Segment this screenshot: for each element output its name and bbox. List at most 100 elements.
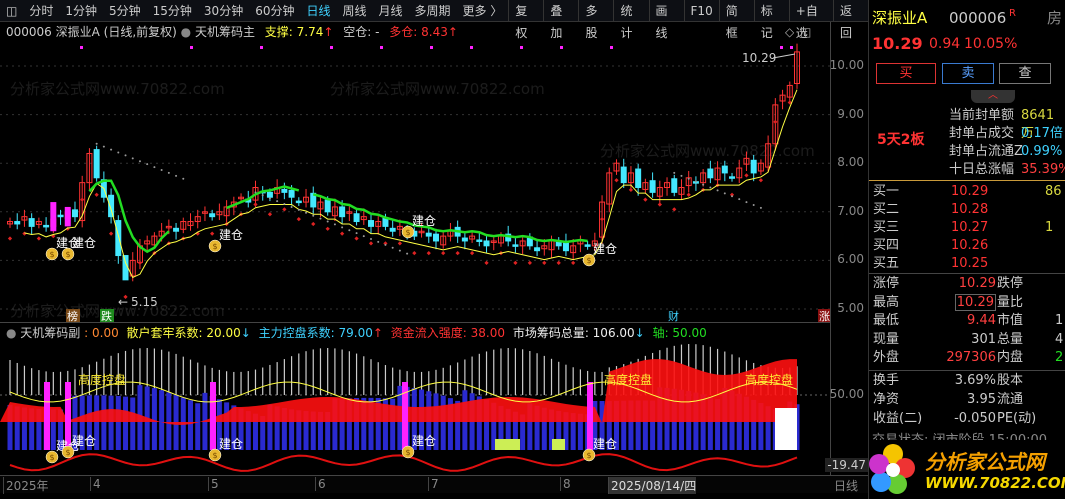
period-tab[interactable]: 更多 〉 bbox=[457, 2, 509, 19]
resistance-dot bbox=[694, 180, 697, 183]
toolbar-button[interactable]: 复权 bbox=[508, 0, 543, 40]
period-tab[interactable]: 15分钟 bbox=[147, 2, 198, 19]
bid-row[interactable]: 买四 10.26 bbox=[869, 237, 1065, 255]
toolbar-button[interactable]: 画线 bbox=[648, 0, 684, 40]
resistance-dot bbox=[398, 249, 401, 252]
support-dot bbox=[94, 192, 99, 197]
finance-label: 换手 bbox=[873, 373, 900, 388]
candle-body bbox=[620, 166, 627, 184]
period-tab[interactable]: 周线 bbox=[337, 2, 373, 19]
price-tick: 9.00 bbox=[837, 106, 864, 121]
stat-label: 现量 bbox=[873, 331, 900, 347]
logo-text: 分析家公式网 bbox=[925, 450, 1045, 474]
sidebar-toggle-icon[interactable]: ◫ bbox=[0, 4, 23, 18]
bid-volume: 86 bbox=[1045, 184, 1062, 199]
top-marker bbox=[190, 46, 193, 49]
period-tab[interactable]: 30分钟 bbox=[198, 2, 249, 19]
support-dot bbox=[455, 250, 460, 256]
period-tab[interactable]: 5分钟 bbox=[103, 2, 147, 19]
chart-info-bar: 000006 深振业A (日线,前复权) ● 天机筹码主 支撑: 7.74↑ 空… bbox=[0, 22, 830, 42]
resistance-dot bbox=[752, 203, 755, 206]
indicator-dropdown-icon[interactable]: ● bbox=[6, 326, 20, 340]
jiancang-label: 建仓 bbox=[72, 236, 96, 250]
toolbar-button[interactable]: F10 bbox=[683, 0, 719, 22]
svg-text:$: $ bbox=[586, 256, 591, 265]
stat-row: 最低 9.44 市值 1 bbox=[869, 312, 1065, 330]
period-tab[interactable]: 60分钟 bbox=[249, 2, 300, 19]
indicator-dropdown-icon[interactable]: ● bbox=[181, 25, 195, 39]
toolbar-button[interactable]: 叠加 bbox=[543, 0, 578, 40]
stat-row: 外盘 297306 内盘 2 bbox=[869, 349, 1065, 367]
period-tab[interactable]: 多周期 bbox=[409, 2, 457, 19]
toolbar-button[interactable]: 标记 bbox=[753, 0, 789, 40]
support-dot bbox=[137, 260, 143, 265]
period-tab[interactable]: 分时 bbox=[23, 2, 59, 19]
cursor-date: 2025/08/14/四 bbox=[608, 477, 697, 494]
resistance-dot bbox=[745, 201, 748, 204]
support-dot bbox=[282, 207, 287, 212]
resistance-dot bbox=[362, 235, 365, 238]
support-dot bbox=[657, 202, 662, 207]
top-marker bbox=[610, 46, 613, 49]
toolbar-button[interactable]: 统计 bbox=[613, 0, 648, 40]
indicator-name[interactable]: 天机筹码主 bbox=[195, 25, 255, 39]
panel-icon[interactable]: ◫ bbox=[800, 22, 811, 42]
toolbar-button[interactable]: 返回 bbox=[833, 0, 868, 40]
axis-cursor-value: -19.47 bbox=[825, 458, 868, 472]
jiancang-label: 建仓 bbox=[72, 434, 96, 448]
top-marker bbox=[520, 46, 523, 49]
seal-stat-row: 当前封单额 8641万 bbox=[869, 107, 1065, 141]
high-control-label: 高度控盘 bbox=[745, 372, 793, 387]
resistance-dot bbox=[297, 208, 300, 211]
indicator-name[interactable]: 天机筹码副 bbox=[20, 326, 80, 340]
support-dot bbox=[296, 216, 301, 222]
candle-body bbox=[649, 180, 656, 193]
support-dot bbox=[267, 212, 273, 217]
collapse-button[interactable]: ︿ bbox=[971, 90, 1015, 103]
stat-value: 1 bbox=[1055, 313, 1064, 328]
support-dot bbox=[758, 178, 764, 183]
flower-logo-icon bbox=[869, 444, 915, 494]
toolbar-button[interactable]: 多股 bbox=[578, 0, 613, 40]
period-tab[interactable]: 1分钟 bbox=[59, 2, 103, 19]
toolbar-button[interactable]: +自选 bbox=[788, 0, 833, 40]
resistance-dot bbox=[175, 174, 178, 177]
bid-row[interactable]: 买一 10.29 86 bbox=[869, 183, 1065, 201]
bid-row[interactable]: 买三 10.27 1 bbox=[869, 219, 1065, 237]
stat-label: 市值 bbox=[997, 313, 1024, 328]
support-dot bbox=[614, 178, 619, 183]
bid-row[interactable]: 买二 10.28 bbox=[869, 201, 1065, 219]
jiancang-label: 建仓 bbox=[412, 434, 436, 448]
resistance-dot bbox=[377, 240, 380, 243]
green-block bbox=[495, 439, 520, 450]
signal-bar bbox=[210, 382, 216, 450]
candle-body bbox=[584, 244, 591, 247]
candlestick-chart[interactable]: $建仓$建仓 $建仓 $建仓$建仓10.29← 5.15榜跌涨财 bbox=[0, 42, 830, 322]
bid-label: 买四 bbox=[873, 238, 900, 253]
support-dot bbox=[325, 226, 330, 231]
stat-label: 内盘 bbox=[997, 350, 1024, 365]
indicator-chart[interactable]: 高度控盘高度控盘高度控盘$建仓$建仓$建仓$建仓$建仓 bbox=[0, 342, 830, 475]
bid-row[interactable]: 买五 10.25 bbox=[869, 255, 1065, 273]
price-tick: 7.00 bbox=[837, 203, 864, 218]
resistance-dot bbox=[254, 191, 257, 194]
period-tab[interactable]: 日线 bbox=[300, 2, 336, 19]
top-marker bbox=[260, 46, 263, 49]
resistance-dot bbox=[312, 214, 315, 217]
white-block bbox=[775, 408, 797, 450]
resistance-dot bbox=[110, 148, 113, 151]
buy-button[interactable]: 买 bbox=[876, 63, 936, 84]
candle-body bbox=[389, 227, 396, 232]
support-dot bbox=[311, 221, 316, 227]
check-button[interactable]: 查 bbox=[999, 63, 1051, 84]
toolbar-button[interactable]: 简框 bbox=[718, 0, 754, 40]
date-label: 5 bbox=[208, 477, 219, 491]
retail-coefficient: 散户套牢系数: 20.00 bbox=[126, 326, 241, 340]
fang-tab[interactable]: 房 bbox=[1047, 9, 1062, 27]
svg-text:$: $ bbox=[65, 250, 70, 259]
sell-button[interactable]: 卖 bbox=[942, 63, 994, 84]
resistance-dot bbox=[124, 154, 127, 157]
period-tab[interactable]: 月线 bbox=[373, 2, 409, 19]
diamond-icon[interactable]: ◇ bbox=[785, 22, 794, 42]
candle-body bbox=[209, 213, 216, 218]
